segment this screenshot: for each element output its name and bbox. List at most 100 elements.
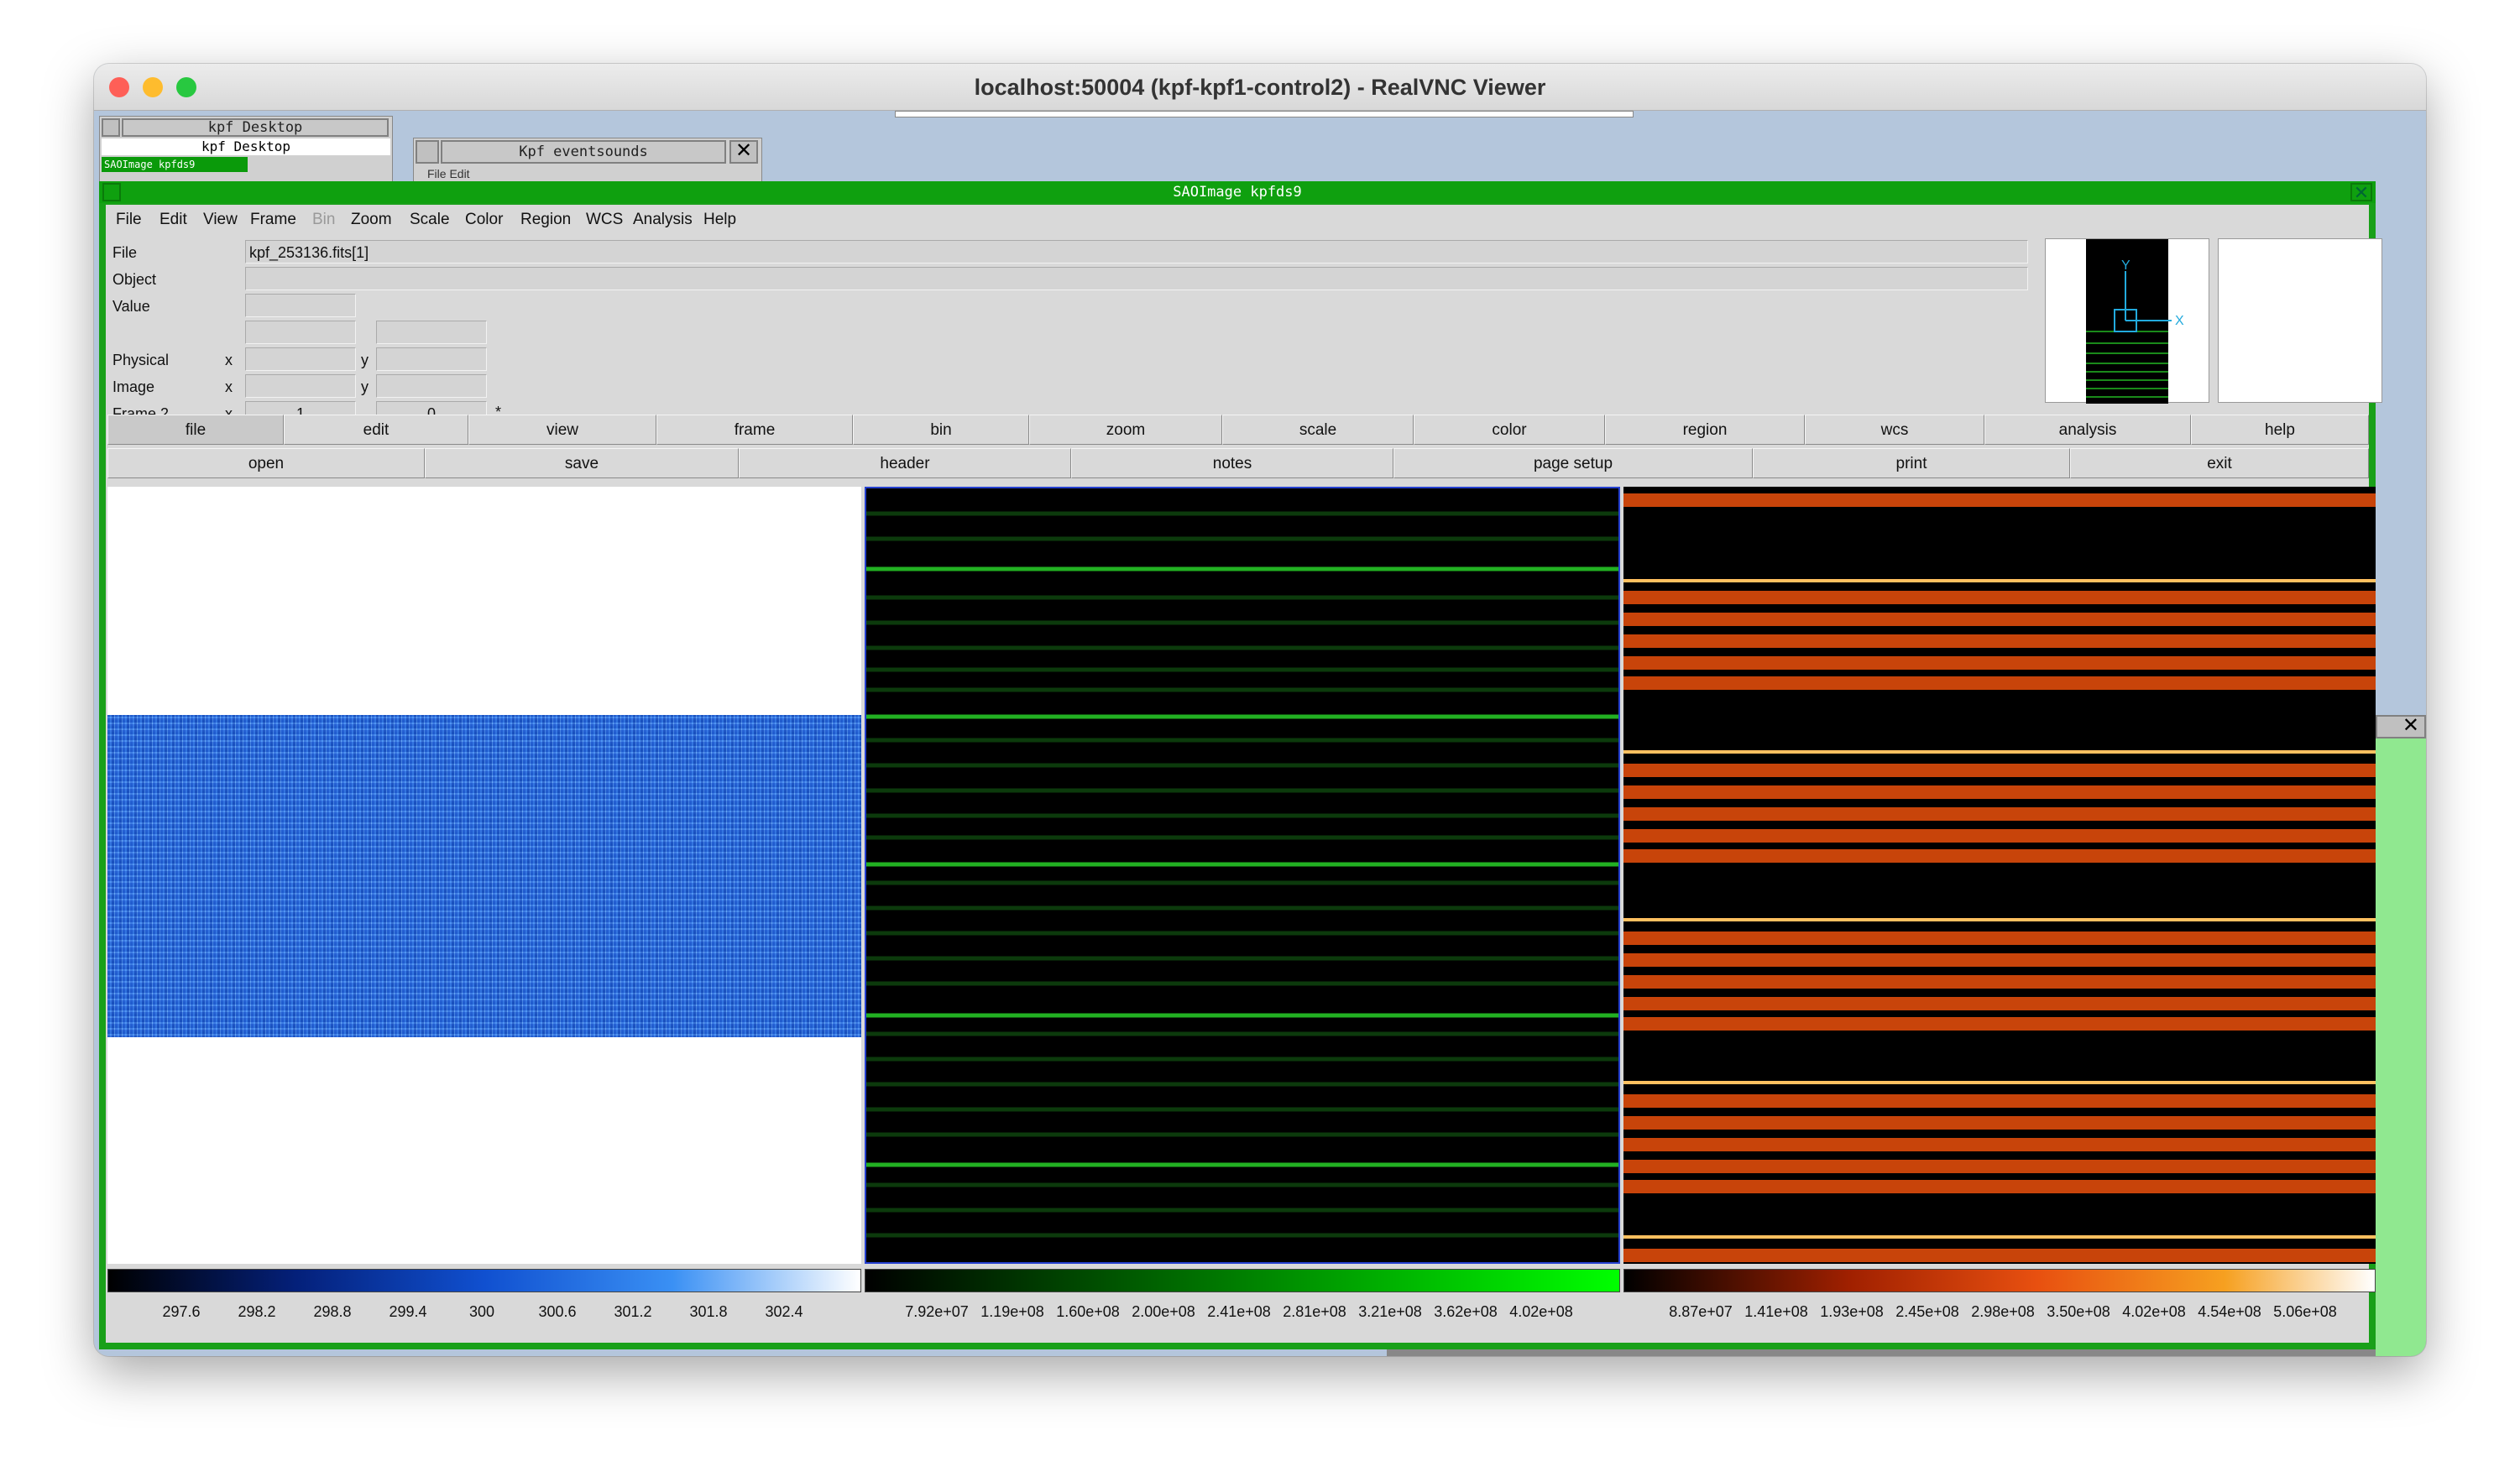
eventsounds-title[interactable]: Kpf eventsounds xyxy=(441,140,726,164)
button-bin[interactable]: bin xyxy=(853,415,1029,445)
colorbar-tick: 1.19e+08 xyxy=(980,1303,1044,1320)
image-y-label: y xyxy=(361,378,369,395)
menu-wcs[interactable]: WCS xyxy=(586,205,623,235)
colorbar-1 xyxy=(107,1269,861,1292)
frame-2-image xyxy=(866,511,1618,1238)
ds9-window-title[interactable]: SAOImage kpfds9 xyxy=(99,181,2376,203)
colorbar-tick: 2.98e+08 xyxy=(1971,1303,2035,1320)
button-frame[interactable]: frame xyxy=(656,415,853,445)
kpf-desktop-window: kpf Desktop kpf Desktop SAOImage kpfds9 xyxy=(99,116,393,183)
button-analysis[interactable]: analysis xyxy=(1984,415,2191,445)
colorbar-tick: 4.02e+08 xyxy=(2122,1303,2186,1320)
frame-3-image xyxy=(1623,493,2376,1262)
close-icon[interactable]: ✕ xyxy=(729,140,758,164)
menu-color[interactable]: Color xyxy=(465,205,503,235)
panner-y-label: Y xyxy=(2121,258,2130,273)
menu-frame[interactable]: Frame xyxy=(250,205,296,235)
colorbar-tick: 298.8 xyxy=(313,1303,352,1320)
colorbar-tick: 2.00e+08 xyxy=(1132,1303,1195,1320)
button-notes[interactable]: notes xyxy=(1071,448,1393,478)
colorbar-1-ticks: 297.6 298.2 298.8 299.4 300 300.6 301.2 … xyxy=(107,1301,861,1323)
colorbar-2 xyxy=(865,1269,1620,1292)
menu-scale[interactable]: Scale xyxy=(410,205,450,235)
object-field xyxy=(245,267,2028,290)
colorbar-3-ticks: 8.87e+07 1.41e+08 1.93e+08 2.45e+08 2.98… xyxy=(1623,1301,2376,1323)
colorbar-tick: 2.45e+08 xyxy=(1895,1303,1959,1320)
button-file[interactable]: file xyxy=(107,415,284,445)
button-help[interactable]: help xyxy=(2191,415,2369,445)
wcs-x-field xyxy=(245,321,356,344)
panner-x-label: X xyxy=(2175,314,2184,328)
menu-bin[interactable]: Bin xyxy=(312,205,335,235)
colorbar-tick: 4.54e+08 xyxy=(2198,1303,2261,1320)
menu-help[interactable]: Help xyxy=(703,205,736,235)
colorbar-tick: 7.92e+07 xyxy=(905,1303,969,1320)
colorbar-tick: 298.2 xyxy=(238,1303,276,1320)
button-print[interactable]: print xyxy=(1753,448,2070,478)
remote-top-strip xyxy=(895,111,1634,117)
window-menu-icon[interactable] xyxy=(102,183,121,201)
button-exit[interactable]: exit xyxy=(2070,448,2369,478)
physical-label: Physical xyxy=(112,352,170,368)
colorbar-tick: 299.4 xyxy=(389,1303,427,1320)
menu-zoom[interactable]: Zoom xyxy=(351,205,392,235)
button-header[interactable]: header xyxy=(739,448,1071,478)
green-window-edge xyxy=(2376,733,2426,1356)
colorbar-tick: 4.02e+08 xyxy=(1509,1303,1573,1320)
physical-y-label: y xyxy=(361,352,369,368)
image-x-label: x xyxy=(225,378,233,395)
colorbar-tick: 3.21e+08 xyxy=(1358,1303,1422,1320)
colorbar-tick: 301.8 xyxy=(689,1303,728,1320)
ds9-menubar: File Edit View Frame Bin Zoom Scale Colo… xyxy=(106,205,2369,235)
button-view[interactable]: view xyxy=(468,415,656,445)
colorbar-tick: 300 xyxy=(468,1303,495,1320)
value-field xyxy=(245,294,356,317)
wcs-y-field xyxy=(376,321,487,344)
menu-file[interactable]: File xyxy=(116,205,142,235)
frame-3[interactable] xyxy=(1623,487,2376,1264)
kpf-desktop-subtitle: kpf Desktop xyxy=(102,138,390,155)
menu-edit[interactable]: Edit xyxy=(159,205,187,235)
button-open[interactable]: open xyxy=(107,448,425,478)
physical-x-field xyxy=(245,347,356,371)
buttonbar-main: file edit view frame bin zoom scale colo… xyxy=(106,415,2376,448)
window-menu-icon[interactable] xyxy=(102,118,120,137)
eventsounds-menu: File Edit xyxy=(427,167,470,180)
object-label: Object xyxy=(112,271,157,288)
close-icon[interactable]: ✕ xyxy=(2376,715,2426,738)
button-page-setup[interactable]: page setup xyxy=(1393,448,1753,478)
file-label: File xyxy=(112,244,138,261)
button-zoom[interactable]: zoom xyxy=(1029,415,1222,445)
colorbar-tick: 300.6 xyxy=(538,1303,577,1320)
menu-region[interactable]: Region xyxy=(520,205,571,235)
button-edit[interactable]: edit xyxy=(284,415,468,445)
saoimage-task-item[interactable]: SAOImage kpfds9 xyxy=(102,157,248,172)
vnc-viewer-window: localhost:50004 (kpf-kpf1-control2) - Re… xyxy=(94,64,2426,1356)
frame-2-current[interactable] xyxy=(865,487,1620,1264)
image-label: Image xyxy=(112,378,155,395)
eventsounds-window: Kpf eventsounds ✕ File Edit xyxy=(413,138,762,188)
colorbar-tick: 1.41e+08 xyxy=(1744,1303,1808,1320)
button-scale[interactable]: scale xyxy=(1222,415,1414,445)
colorbar-tick: 301.2 xyxy=(614,1303,652,1320)
button-save[interactable]: save xyxy=(425,448,739,478)
image-x-field xyxy=(245,374,356,398)
panner[interactable]: Y X xyxy=(2045,238,2209,404)
window-menu-icon[interactable] xyxy=(416,140,439,164)
frame-1-noise xyxy=(107,715,861,1037)
button-region[interactable]: region xyxy=(1605,415,1805,445)
colorbar-tick: 3.62e+08 xyxy=(1434,1303,1498,1320)
ds9-content: File Edit View Frame Bin Zoom Scale Colo… xyxy=(106,205,2382,1343)
kpf-desktop-title[interactable]: kpf Desktop xyxy=(122,118,389,137)
frame-1[interactable] xyxy=(107,487,861,1264)
button-color[interactable]: color xyxy=(1414,415,1605,445)
button-wcs[interactable]: wcs xyxy=(1805,415,1984,445)
physical-y-field xyxy=(376,347,487,371)
buttonbar-file: open save header notes page setup print … xyxy=(106,448,2376,482)
menu-view[interactable]: View xyxy=(203,205,238,235)
image-y-field xyxy=(376,374,487,398)
colorbar-tick: 2.41e+08 xyxy=(1207,1303,1271,1320)
physical-x-label: x xyxy=(225,352,233,368)
close-icon[interactable]: ✕ xyxy=(2350,183,2372,202)
menu-analysis[interactable]: Analysis xyxy=(633,205,693,235)
